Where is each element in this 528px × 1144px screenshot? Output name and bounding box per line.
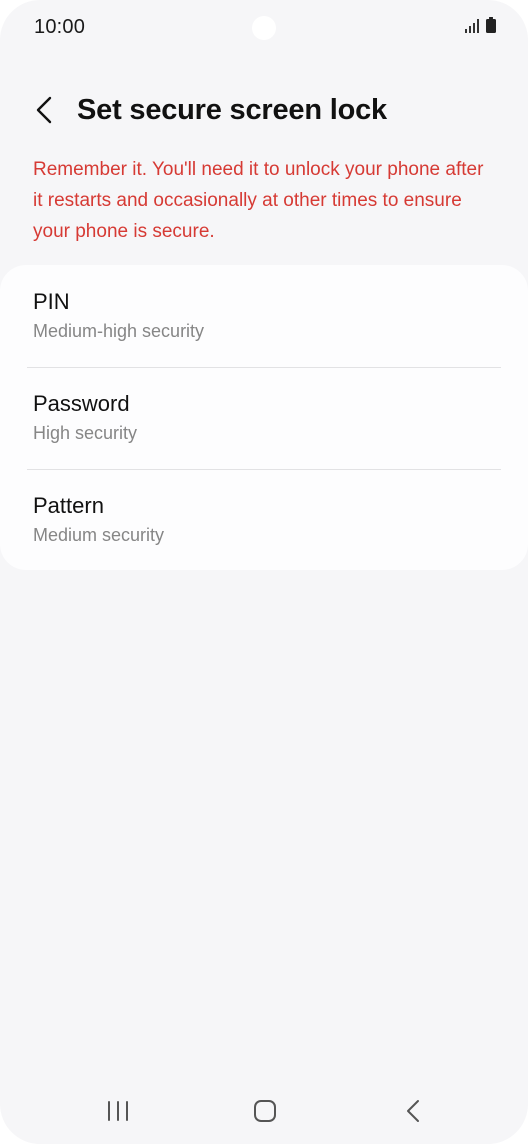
option-subtitle: High security xyxy=(33,423,138,443)
status-bar: 10:00 xyxy=(0,0,528,58)
recent-apps-icon xyxy=(106,1100,130,1127)
home-icon xyxy=(253,1099,277,1128)
option-pattern[interactable]: Pattern Medium security xyxy=(0,469,528,570)
option-pin[interactable]: PIN Medium-high security xyxy=(0,265,528,366)
option-title: Password xyxy=(33,391,130,416)
chevron-left-icon xyxy=(35,96,53,129)
status-time: 10:00 xyxy=(34,16,86,38)
warning-message: Remember it. You'll need it to unlock yo… xyxy=(33,159,484,242)
app-header: Set secure screen lock xyxy=(0,84,528,140)
back-icon xyxy=(405,1099,421,1128)
option-title: Pattern xyxy=(33,493,104,518)
page-title: Set secure screen lock xyxy=(77,94,387,126)
system-back-button[interactable] xyxy=(389,1096,437,1130)
camera-cutout xyxy=(252,16,276,40)
battery-icon xyxy=(486,17,496,38)
back-button[interactable] xyxy=(26,92,62,132)
option-password[interactable]: Password High security xyxy=(0,367,528,468)
option-subtitle: Medium-high security xyxy=(33,321,205,341)
recent-apps-button[interactable] xyxy=(94,1096,142,1130)
navigation-bar xyxy=(0,1080,528,1144)
lock-options-list: PIN Medium-high security Password High s… xyxy=(0,265,528,570)
phone-screen: 10:00 Set secure screen lock Remember it… xyxy=(0,0,528,1144)
home-button[interactable] xyxy=(241,1096,289,1130)
option-title: PIN xyxy=(33,289,70,314)
signal-icon xyxy=(465,19,481,38)
status-icons xyxy=(465,17,496,38)
option-subtitle: Medium security xyxy=(33,525,165,545)
